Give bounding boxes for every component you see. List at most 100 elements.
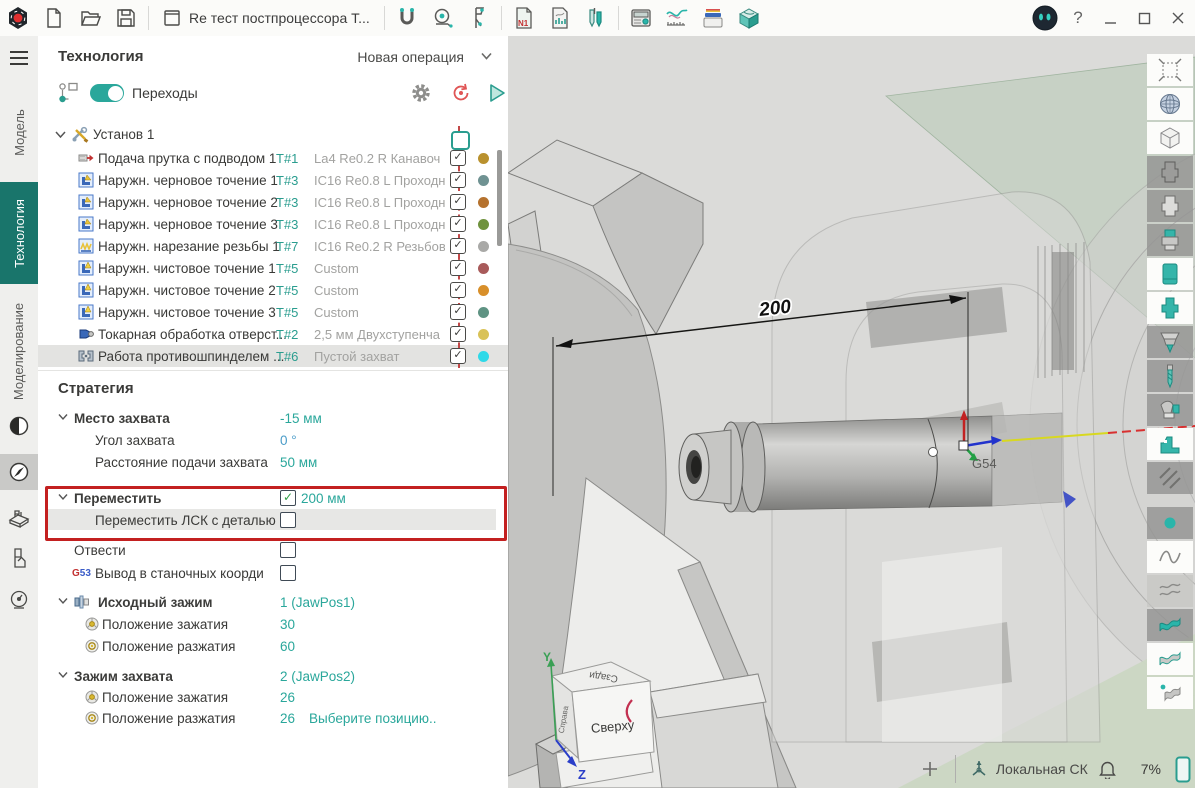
operation-color-dot[interactable] [478,285,489,296]
strategy-row[interactable]: Положение зажатия26 [38,688,508,709]
report-document-button[interactable] [542,3,578,33]
tree-operation-row[interactable]: Наружн. черновое точение 2Т#3IC16 Re0.8 … [38,191,508,213]
calculator-button[interactable] [623,3,659,33]
tree-operation-row[interactable]: Подача прутка с подводом 1Т#1La4 Re0.2 R… [38,147,508,169]
value-hint[interactable]: Выберите позицию.. [309,711,436,726]
coordinate-system-label[interactable]: Локальная СК [996,761,1088,777]
show-flag-points-button[interactable] [1147,677,1193,709]
show-curves-button[interactable] [1147,541,1193,573]
grip-point-marker[interactable] [929,448,938,457]
new-operation-button[interactable]: Новая операция [357,49,464,65]
show-points-button[interactable] [1147,507,1193,539]
render-mode-icon[interactable] [0,408,38,444]
show-wireframe-surface-button[interactable] [1147,643,1193,675]
operation-checkbox[interactable]: ✓ [450,304,466,320]
operation-checkbox[interactable]: ✓ [450,326,466,342]
nc-program-button[interactable]: N1 [506,3,542,33]
strategy-row[interactable]: Переместить ЛСК с деталью [38,511,508,532]
chevron-down-icon[interactable] [55,130,66,139]
fit-view-button[interactable] [1147,54,1193,86]
strategy-row[interactable]: Расстояние подачи захвата50 мм [38,453,508,474]
open-document-button[interactable] [72,3,108,33]
tree-operation-row[interactable]: Работа противошпинделем ...Т#6Пустой зах… [38,345,508,367]
sidebar-tab-technology[interactable]: Технология [0,182,38,284]
operation-checkbox[interactable]: ✓ [450,150,466,166]
parameter-value[interactable]: -15 мм [280,411,322,426]
show-part-flange-button[interactable] [1147,292,1193,324]
chevron-down-icon[interactable] [58,671,68,679]
viewport-3d[interactable]: 200 G54 Сверху Сзади Справа Y [508,36,1195,788]
show-machine-button[interactable] [1147,428,1193,460]
strategy-row[interactable]: Место захвата-15 мм [38,409,508,430]
tree-operation-row[interactable]: Наружн. нарезание резьбы 1Т#7IC16 Re0.2 … [38,235,508,257]
strategy-row[interactable]: Положение разжатия26Выберите позицию.. [38,709,508,730]
strategy-row[interactable]: Исходный зажим1 (JawPos1) [38,593,508,614]
probe-gauge-icon[interactable] [0,582,38,618]
operation-checkbox[interactable]: ✓ [450,194,466,210]
sidebar-tab-model[interactable]: Модель [0,96,38,168]
section-hatch-button[interactable] [1147,462,1193,494]
parameter-value[interactable]: 0 ° [280,433,297,448]
operation-color-dot[interactable] [478,329,489,340]
operation-color-dot[interactable] [478,197,489,208]
measure-tool-button[interactable] [425,3,461,33]
operation-checkbox[interactable]: ✓ [450,348,466,364]
parameter-value[interactable]: 2 (JawPos2) [280,669,355,684]
chevron-down-icon[interactable] [481,52,492,60]
parameter-checkbox[interactable] [280,542,296,558]
operations-link-checkbox[interactable] [451,131,470,150]
sidebar-tab-simulation[interactable]: Моделирование [0,292,38,410]
tree-operation-row[interactable]: Наружн. чистовое точение 2Т#5Custom✓ [38,279,508,301]
minimize-button[interactable] [1093,3,1127,33]
strategy-row[interactable]: Положение разжатия60 [38,637,508,658]
operation-checkbox[interactable]: ✓ [450,238,466,254]
parameter-checkbox[interactable] [280,565,296,581]
transitions-toggle[interactable] [90,84,124,102]
strategy-row[interactable]: Переместить✓200 мм [38,489,508,510]
document-tab[interactable]: Re тест постпроцессора Т... [153,3,380,33]
operation-checkbox[interactable]: ✓ [450,260,466,276]
strategy-row[interactable]: Положение зажатия30 [38,615,508,636]
materials-box-button[interactable] [731,3,767,33]
parameter-value[interactable]: 30 [280,617,295,632]
operation-color-dot[interactable] [478,241,489,252]
caliper-tool-button[interactable] [461,3,497,33]
new-document-button[interactable] [36,3,72,33]
tree-operation-row[interactable]: Наружн. черновое точение 1Т#3IC16 Re0.8 … [38,169,508,191]
operation-color-dot[interactable] [478,351,489,362]
gear-icon[interactable] [410,82,432,104]
strategy-row[interactable]: G53Вывод в станочных коорди [38,564,508,585]
show-shaded-surface-button[interactable] [1147,609,1193,641]
operation-color-dot[interactable] [478,263,489,274]
close-button[interactable] [1161,3,1195,33]
tree-operation-row[interactable]: Наружн. черновое точение 3Т#3IC16 Re0.8 … [38,213,508,235]
interpolation-graph-button[interactable] [659,3,695,33]
operation-color-dot[interactable] [478,153,489,164]
parameter-checkbox[interactable] [280,512,296,528]
show-surfaces-button[interactable] [1147,575,1193,607]
parameter-value[interactable]: 60 [280,639,295,654]
coordinate-system-icon[interactable] [968,758,990,780]
parameter-value[interactable]: 200 мм [301,491,346,506]
show-tool-button[interactable] [1147,360,1193,392]
recalculate-icon[interactable] [450,82,472,104]
layers-stack-button[interactable] [695,3,731,33]
help-button[interactable]: ? [1063,3,1093,33]
add-view-icon[interactable] [921,760,939,778]
show-holder-button[interactable] [1147,394,1193,426]
operation-color-dot[interactable] [478,219,489,230]
show-workpiece-stage3-button[interactable] [1147,224,1193,256]
tree-operation-row[interactable]: Наружн. чистовое точение 1Т#5Custom✓ [38,257,508,279]
operation-checkbox[interactable]: ✓ [450,282,466,298]
notifications-bell-icon[interactable] [1098,759,1117,779]
parameter-value[interactable]: 26Выберите позицию.. [280,711,436,726]
operation-checkbox[interactable]: ✓ [450,216,466,232]
operation-color-dot[interactable] [478,175,489,186]
chevron-down-icon[interactable] [58,597,68,605]
chevron-down-icon[interactable] [58,413,68,421]
strategy-row[interactable]: Угол захвата0 ° [38,431,508,452]
parameter-checkbox[interactable]: ✓ [280,490,296,506]
save-document-button[interactable] [108,3,144,33]
parameter-value[interactable]: 1 (JawPos1) [280,595,355,610]
workpiece-part[interactable] [679,413,1062,512]
